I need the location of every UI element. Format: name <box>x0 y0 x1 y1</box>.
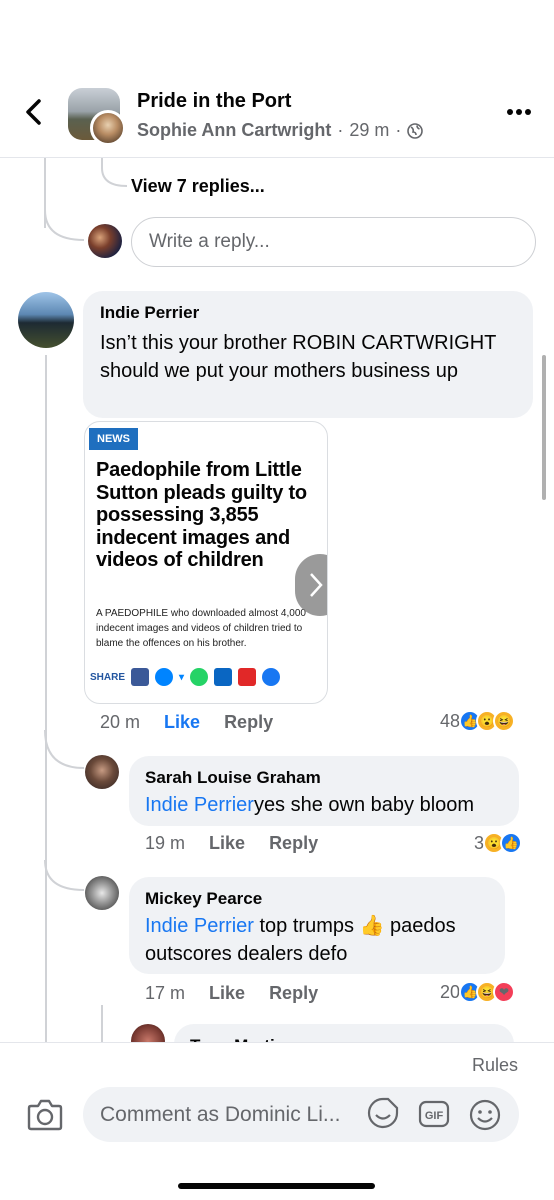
comment-author[interactable]: Indie Perrier <box>100 303 199 323</box>
reply-actions: 19 m Like Reply <box>145 833 318 854</box>
rules-link[interactable]: Rules <box>472 1055 518 1076</box>
meta-separator: · <box>395 120 402 140</box>
like-button[interactable]: Like <box>209 833 245 854</box>
article-summary: A PAEDOPHILE who downloaded almost 4,000… <box>96 608 306 649</box>
reply-button[interactable]: Reply <box>224 712 273 733</box>
mention-link[interactable]: Indie Perrier <box>145 794 254 816</box>
gif-icon[interactable]: GIF <box>418 1100 450 1128</box>
haha-reaction-icon: 😆 <box>493 710 516 732</box>
mention-link[interactable]: Indie Perrier <box>145 915 254 937</box>
link-preview-card[interactable]: NEWS Paedophile from Little Sutton plead… <box>84 421 328 704</box>
reply-input[interactable] <box>132 218 535 266</box>
group-title[interactable]: Pride in the Port <box>137 90 291 113</box>
whatsapp-icon[interactable] <box>190 668 209 686</box>
reactions-summary[interactable]: 48 👍 😮 😆 <box>440 710 516 732</box>
reply-text-body: yes she own baby bloom <box>253 794 475 816</box>
replier-avatar[interactable] <box>85 755 119 789</box>
like-button[interactable]: Like <box>164 712 200 733</box>
reply-button[interactable]: Reply <box>269 833 318 854</box>
reply-button[interactable]: Reply <box>269 983 318 1004</box>
like-reaction-icon: 👍 <box>500 832 523 854</box>
share-row: SHARE ▾ <box>90 668 281 686</box>
reaction-count: 20 <box>440 981 461 1002</box>
reply-text-body: top trumps <box>253 915 360 937</box>
back-arrow-icon[interactable] <box>22 97 48 127</box>
post-author[interactable]: Sophie Ann Cartwright <box>137 120 331 141</box>
carousel-next-button[interactable] <box>295 554 327 616</box>
reaction-count: 48 <box>440 710 461 731</box>
flipboard-icon[interactable] <box>238 668 257 686</box>
camera-icon[interactable] <box>27 1097 63 1131</box>
comment-text: Isn’t this your brother ROBIN CARTWRIGHT… <box>100 332 497 382</box>
comment-actions: 20 m Like Reply <box>100 712 273 733</box>
emoji-icon[interactable] <box>469 1099 501 1131</box>
author-avatar[interactable] <box>90 110 126 146</box>
thread-connector <box>101 1005 103 1045</box>
reply-author[interactable]: Mickey Pearce <box>145 889 262 909</box>
share-label: SHARE <box>90 671 126 683</box>
facebook-icon[interactable] <box>131 668 150 686</box>
chevron-right-icon <box>310 573 323 597</box>
reply-time: 17 m <box>145 983 186 1003</box>
commenter-avatar[interactable] <box>18 292 74 348</box>
like-button[interactable]: Like <box>209 983 245 1004</box>
more-options-icon[interactable] <box>506 108 532 116</box>
linkedin-icon[interactable] <box>214 668 233 686</box>
thread-curve <box>44 210 85 241</box>
reply-bubble: Mickey Pearce Indie Perrier top trumps 👍… <box>129 877 505 974</box>
home-indicator <box>178 1183 375 1189</box>
reply-text: Indie Perrier top trumps 👍 paedos outsco… <box>145 912 500 968</box>
globe-icon <box>407 122 424 139</box>
reply-author[interactable]: Sarah Louise Graham <box>145 768 321 788</box>
comment-input[interactable] <box>83 1087 363 1142</box>
reactions-summary[interactable]: 20 👍 😆 ❤ <box>440 981 516 1003</box>
messenger-icon[interactable] <box>155 668 174 686</box>
thread-connector <box>45 355 47 1045</box>
sticker-icon[interactable] <box>366 1096 400 1130</box>
email-icon[interactable] <box>262 668 281 686</box>
scrollbar[interactable] <box>542 355 546 500</box>
thread-curve <box>44 730 85 769</box>
article-headline[interactable]: Paedophile from Little Sutton pleads gui… <box>96 459 324 572</box>
reply-bubble: Sarah Louise Graham Indie Perrieryes she… <box>129 756 519 826</box>
love-reaction-icon: ❤ <box>493 981 516 1003</box>
reply-actions: 17 m Like Reply <box>145 983 318 1004</box>
news-tag: NEWS <box>89 428 138 450</box>
post-time: 29 m <box>349 120 390 140</box>
thread-curve <box>44 860 85 891</box>
comment-time: 20 m <box>100 712 141 732</box>
view-replies-link[interactable]: View 7 replies... <box>131 176 265 197</box>
svg-text:GIF: GIF <box>425 1110 444 1122</box>
post-meta: Sophie Ann Cartwright · 29 m · <box>137 120 424 141</box>
replier-avatar[interactable] <box>85 876 119 910</box>
reply-input-box[interactable] <box>131 217 536 267</box>
comment-composer[interactable] <box>83 1087 519 1142</box>
meta-separator: · <box>337 120 344 140</box>
thumbs-up-emoji-icon: 👍 <box>359 915 385 937</box>
reactions-summary[interactable]: 3 😮 👍 <box>474 832 523 854</box>
current-user-avatar <box>88 224 122 258</box>
reply-time: 19 m <box>145 833 186 853</box>
thread-curve <box>101 158 128 187</box>
reply-text: Indie Perrieryes she own baby bloom <box>145 791 474 819</box>
comment-bubble: Indie Perrier Isn’t this your brother RO… <box>83 291 533 418</box>
chevron-down-icon[interactable]: ▾ <box>179 672 184 683</box>
